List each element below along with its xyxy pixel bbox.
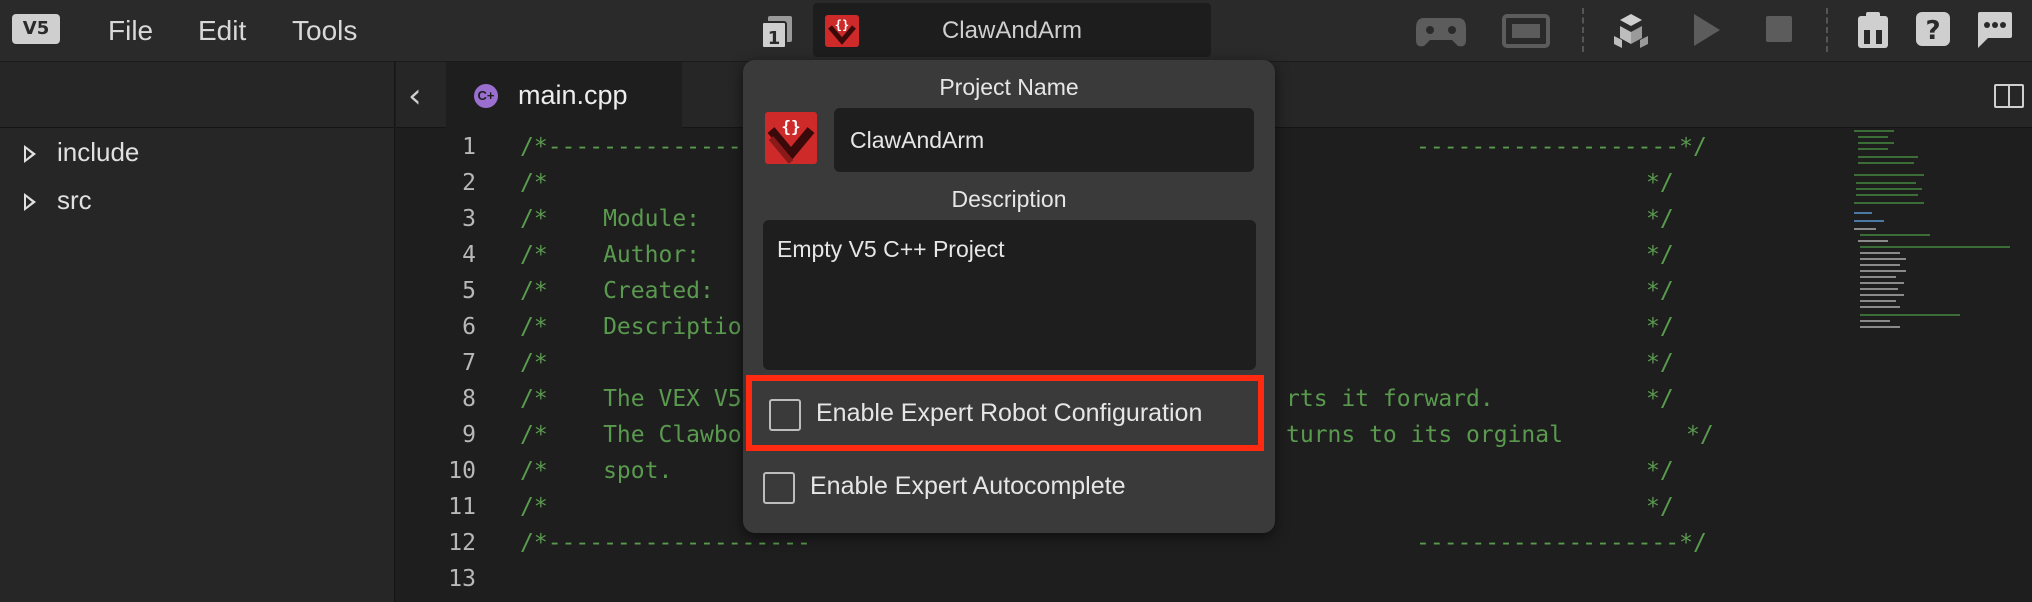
tree-folder-src[interactable]: src <box>24 185 92 216</box>
code-minimap[interactable] <box>1852 128 2012 348</box>
code-line: /* */ <box>520 170 1674 196</box>
file-tree-panel: include src <box>0 62 395 602</box>
line-number: 5 <box>462 278 476 304</box>
split-editor-icon[interactable] <box>1994 84 2024 108</box>
code-line: /* spot. */ <box>520 458 1674 484</box>
menu-edit[interactable]: Edit <box>198 15 246 47</box>
expert-robot-config-row[interactable]: Enable Expert Robot Configuration <box>746 375 1264 451</box>
line-number: 7 <box>462 350 476 376</box>
controller-icon[interactable] <box>1414 12 1468 50</box>
line-number: 3 <box>462 206 476 232</box>
code-line: /* */ <box>520 350 1674 376</box>
code-line: /* Created: */ <box>520 278 1674 304</box>
expert-autocomplete-row[interactable]: Enable Expert Autocomplete <box>743 462 1237 518</box>
blocks-icon[interactable] <box>1612 12 1650 50</box>
line-number: 10 <box>448 458 476 484</box>
code-line: /* The VEX V5 rts it forward. */ <box>520 386 1674 412</box>
project-name-title: ClawAndArm <box>941 17 1083 44</box>
tree-folder-include[interactable]: include <box>24 137 140 168</box>
expert-autocomplete-checkbox[interactable] <box>763 472 795 504</box>
project-icon[interactable]: {} <box>765 112 817 164</box>
project-info-popup: Project Name {} Description Empty V5 C++… <box>743 60 1275 533</box>
tree-folder-label: src <box>57 185 92 215</box>
toolbar-separator <box>1582 8 1584 52</box>
svg-text:{}: {} <box>781 117 800 136</box>
device-info-icon[interactable] <box>1856 10 1890 50</box>
line-number: 1 <box>462 134 476 160</box>
description-label: Description <box>951 186 1067 212</box>
project-slot-icon[interactable]: 1 <box>760 14 794 50</box>
expert-robot-config-label[interactable]: Enable Expert Robot Configuration <box>816 399 1202 428</box>
tab-main-cpp[interactable]: C+ main.cpp <box>446 62 682 128</box>
menu-tools[interactable]: Tools <box>292 15 357 47</box>
code-line: /* The Clawbo turns to its orginal */ <box>520 422 1714 448</box>
vexcode-logo[interactable]: V5 <box>12 14 60 44</box>
description-textarea[interactable]: Empty V5 C++ Project <box>763 220 1256 370</box>
code-line: /*------------------- -------------------… <box>520 530 1707 556</box>
line-number: 2 <box>462 170 476 196</box>
play-icon[interactable] <box>1692 12 1722 48</box>
code-line: /* */ <box>520 494 1674 520</box>
brain-screen-icon[interactable] <box>1502 12 1550 50</box>
line-number: 4 <box>462 242 476 268</box>
tab-label: main.cpp <box>518 80 628 110</box>
line-number: 6 <box>462 314 476 340</box>
code-line: /* Author: */ <box>520 242 1674 268</box>
help-icon[interactable]: ? <box>1914 10 1952 48</box>
line-number: 9 <box>462 422 476 448</box>
line-number: 12 <box>448 530 476 556</box>
svg-text:?: ? <box>1925 16 1940 46</box>
tree-folder-label: include <box>57 137 140 167</box>
line-number: 11 <box>448 494 476 520</box>
menu-file[interactable]: File <box>108 15 153 47</box>
project-name-label: Project Name <box>939 74 1079 100</box>
project-name-input[interactable] <box>834 108 1254 172</box>
menu-bar: V5 File Edit Tools 1 {} ClawAndArm ? <box>0 0 2032 62</box>
code-line: /* Module: */ <box>520 206 1674 232</box>
project-name-button[interactable]: {} ClawAndArm <box>813 3 1211 57</box>
expand-triangle-icon[interactable] <box>24 145 37 163</box>
toolbar-separator <box>1826 8 1828 52</box>
stop-icon[interactable] <box>1764 14 1794 44</box>
line-number: 8 <box>462 386 476 412</box>
collapse-sidebar-chevron-icon[interactable]: ‹ <box>408 76 422 116</box>
expert-autocomplete-label[interactable]: Enable Expert Autocomplete <box>810 472 1125 501</box>
code-line: /* Descriptio */ <box>520 314 1674 340</box>
cpp-file-icon: C+ <box>474 84 498 108</box>
line-number-gutter: 1 2 3 4 5 6 7 8 9 10 11 12 13 <box>396 128 506 602</box>
file-tree-header <box>0 62 395 128</box>
feedback-icon[interactable] <box>1974 10 2014 50</box>
expert-robot-config-checkbox[interactable] <box>769 399 801 431</box>
line-number: 13 <box>448 566 476 592</box>
expand-triangle-icon[interactable] <box>24 193 37 211</box>
svg-text:1: 1 <box>768 28 781 49</box>
